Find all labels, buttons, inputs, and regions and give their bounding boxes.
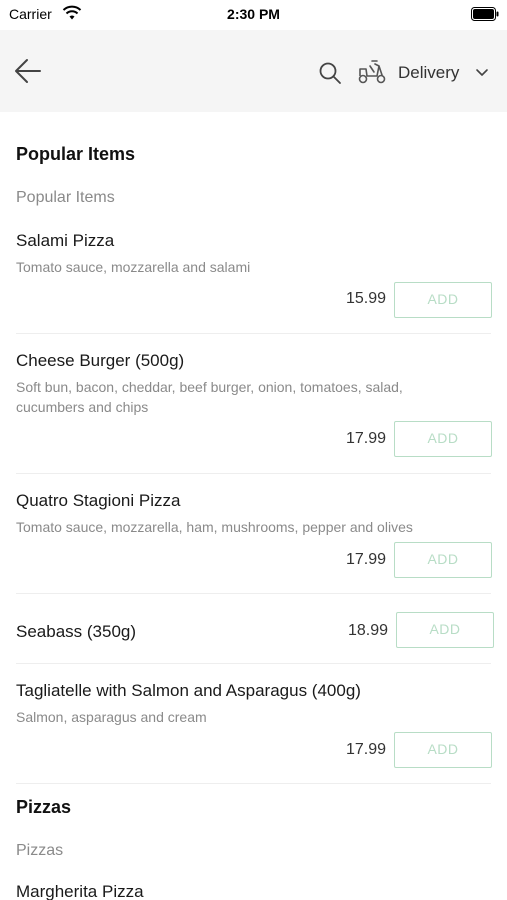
menu-item[interactable]: Cheese Burger (500g) Soft bun, bacon, ch…: [0, 351, 507, 471]
menu-item[interactable]: Salami Pizza Tomato sauce, mozzarella an…: [0, 231, 507, 331]
item-name: Tagliatelle with Salmon and Asparagus (4…: [16, 681, 361, 700]
menu-item[interactable]: Quatro Stagioni Pizza Tomato sauce, mozz…: [0, 491, 507, 591]
item-name: Seabass (350g): [16, 622, 137, 641]
battery-icon: [471, 7, 499, 21]
item-price: 17.99: [345, 430, 386, 447]
item-name: Quatro Stagioni Pizza: [16, 491, 181, 510]
delivery-selector[interactable]: Delivery: [357, 58, 495, 86]
menu-item[interactable]: Seabass (350g) 18.99 ADD: [0, 612, 507, 662]
item-description: Tomato sauce, mozzarella and salami: [16, 259, 251, 275]
back-arrow-icon[interactable]: [14, 58, 42, 84]
item-name: Margherita Pizza: [16, 882, 144, 900]
menu-item[interactable]: Margherita Pizza: [0, 882, 507, 900]
section-title: Popular Items: [16, 144, 136, 164]
add-button[interactable]: ADD: [394, 282, 492, 318]
item-name: Salami Pizza: [16, 231, 115, 250]
item-price: 18.99: [347, 622, 388, 639]
nav-bar: Delivery: [0, 30, 507, 112]
item-price: 17.99: [345, 741, 386, 758]
divider: [16, 333, 491, 334]
divider: [16, 593, 491, 594]
delivery-label: Delivery: [398, 63, 460, 82]
chevron-down-icon: [476, 69, 488, 76]
section-subtitle: Pizzas: [16, 842, 64, 859]
divider: [16, 663, 491, 664]
status-time: 2:30 PM: [227, 6, 280, 22]
item-description: Tomato sauce, mozzarella, ham, mushrooms…: [16, 519, 413, 535]
item-description: Salmon, asparagus and cream: [16, 709, 207, 725]
scooter-icon: [358, 60, 386, 84]
add-button[interactable]: ADD: [394, 732, 492, 768]
item-price: 15.99: [345, 290, 386, 307]
search-icon[interactable]: [318, 61, 342, 85]
add-button[interactable]: ADD: [394, 421, 492, 457]
status-bar: Carrier 2:30 PM: [0, 0, 507, 30]
menu-item[interactable]: Tagliatelle with Salmon and Asparagus (4…: [0, 681, 507, 781]
item-name: Cheese Burger (500g): [16, 351, 185, 370]
item-description: Soft bun, bacon, cheddar, beef burger, o…: [16, 379, 403, 415]
section-subtitle: Popular Items: [16, 189, 115, 206]
item-price: 17.99: [345, 551, 386, 568]
divider: [16, 473, 491, 474]
divider: [16, 783, 491, 784]
add-button[interactable]: ADD: [396, 612, 494, 648]
section-title: Pizzas: [16, 797, 72, 817]
add-button[interactable]: ADD: [394, 542, 492, 578]
